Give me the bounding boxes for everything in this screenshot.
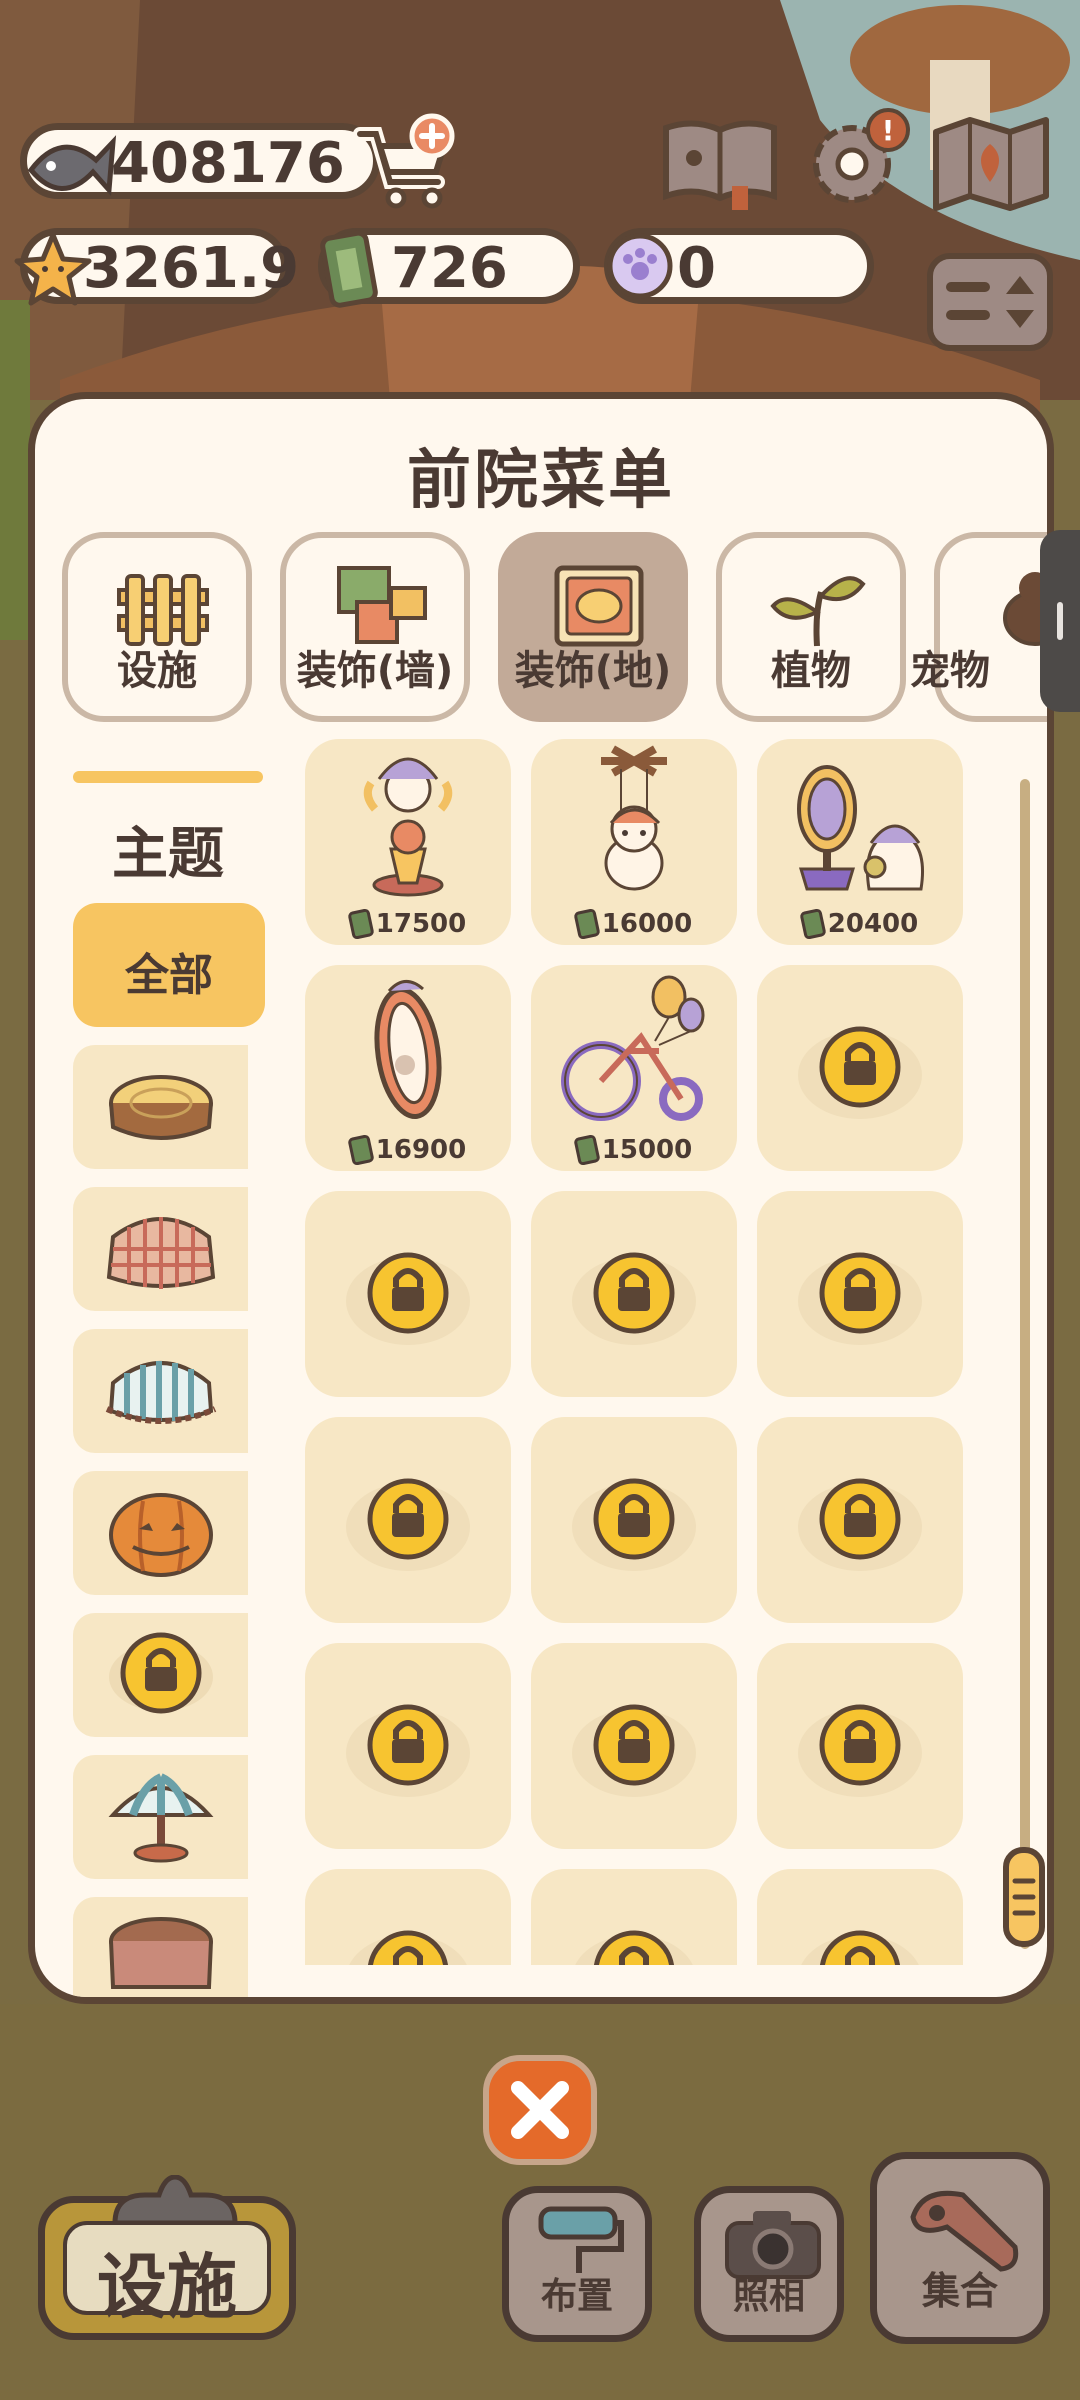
item-card-locked[interactable]: [305, 1869, 511, 1965]
lock-icon: [109, 1632, 213, 1714]
locked-item-silhouette: [572, 1252, 696, 1345]
sliders-icon: [927, 253, 1053, 351]
locked-item-silhouette: [798, 1478, 922, 1571]
paw-coin-icon: [603, 229, 677, 303]
gear-icon: !: [813, 108, 910, 203]
locked-item-silhouette: [572, 1704, 696, 1797]
ticket-icon: [573, 1134, 601, 1166]
item-card-locked[interactable]: [531, 1643, 737, 1849]
photo-button[interactable]: 照相: [694, 2186, 844, 2342]
item-card[interactable]: 16900: [305, 965, 511, 1171]
item-card[interactable]: 15000: [531, 965, 737, 1171]
locked-item-silhouette: [346, 1252, 470, 1345]
ticket-currency-counter: 726: [318, 228, 580, 308]
item-card-locked[interactable]: [757, 1417, 963, 1623]
fish-icon: [21, 120, 117, 210]
scrollbar-track[interactable]: [1020, 779, 1030, 1949]
balloon-bicycle-icon: [561, 975, 705, 1121]
sort-toggle-button[interactable]: [926, 252, 1054, 352]
theme-title: 主题: [112, 822, 224, 887]
locked-item-silhouette: [798, 1704, 922, 1797]
side-drawer-handle[interactable]: [1040, 530, 1080, 712]
ticket-icon: [799, 908, 827, 940]
settings-button[interactable]: !: [800, 108, 920, 212]
jester-statue-icon: [363, 757, 453, 897]
checkered-table-icon: [106, 1217, 216, 1289]
close-icon: [483, 2055, 597, 2165]
tab-pets[interactable]: 宠物: [910, 532, 1047, 722]
locked-item-silhouette: [798, 1026, 922, 1119]
ticket-icon: [315, 227, 385, 311]
sprout-icon: [770, 576, 866, 647]
ticket-icon: [347, 1134, 375, 1166]
ticket-icon: [573, 908, 601, 940]
tab-facilities[interactable]: 设施: [62, 532, 252, 722]
item-card-locked[interactable]: [757, 965, 963, 1171]
theme-item-striped-table[interactable]: [73, 1329, 248, 1453]
locked-item-silhouette: [801, 1930, 919, 1965]
cart-icon: [353, 113, 455, 209]
puppet-cat-icon: [601, 745, 667, 891]
ticket-icon: [347, 908, 375, 940]
clipboard-clip-icon: [112, 2175, 238, 2225]
striped-table-icon: [105, 1361, 217, 1424]
fish-currency-counter: 408176: [20, 123, 380, 199]
guide-book-button[interactable]: [660, 112, 780, 212]
scrollbar-thumb[interactable]: [1003, 1847, 1045, 1947]
panel-title: 前院菜单: [407, 444, 675, 518]
front-yard-menu-panel: 前院菜单 设施 装饰(墙) 装饰(地) 植物 宠物 主题 全部 17500 16…: [28, 392, 1054, 2004]
item-card-locked[interactable]: [305, 1643, 511, 1849]
wall-decor-icon: [337, 566, 427, 644]
item-grid: 17500 16000 20400 16900 15000: [305, 739, 1005, 1965]
locked-item-silhouette: [798, 1252, 922, 1345]
map-icon: [933, 117, 1049, 211]
theme-item-umbrella-table[interactable]: [73, 1755, 248, 1879]
star-currency-counter: 3261.9: [14, 228, 299, 306]
pumpkin-icon: [109, 1493, 213, 1577]
item-card-locked[interactable]: [531, 1869, 737, 1965]
item-card[interactable]: 16000: [531, 739, 737, 945]
paw-currency-counter: 0: [604, 228, 874, 304]
item-card-locked[interactable]: [305, 1417, 511, 1623]
theme-item-all[interactable]: 全部: [73, 903, 265, 1027]
tab-floor-decor[interactable]: 装饰(地): [498, 532, 688, 722]
tab-plants[interactable]: 植物: [716, 532, 906, 722]
theme-divider: [73, 771, 263, 783]
theme-item-locked[interactable]: [73, 1613, 248, 1737]
theme-item-pumpkin[interactable]: [73, 1471, 248, 1595]
locked-item-silhouette: [346, 1704, 470, 1797]
close-button[interactable]: [480, 2052, 600, 2168]
book-icon: [663, 120, 777, 210]
item-card-locked[interactable]: [531, 1191, 737, 1397]
item-card[interactable]: 17500: [305, 739, 511, 945]
item-card[interactable]: 20400: [757, 739, 963, 945]
item-card-locked[interactable]: [757, 1643, 963, 1849]
umbrella-table-icon: [108, 1773, 214, 1863]
magic-mirror-icon: [797, 765, 924, 891]
locked-item-silhouette: [572, 1478, 696, 1571]
tab-wall-decor[interactable]: 装饰(墙): [280, 532, 470, 722]
rug-icon: [554, 565, 644, 647]
svg-text:!: !: [882, 114, 895, 147]
item-card-locked[interactable]: [305, 1191, 511, 1397]
item-card-locked[interactable]: [757, 1869, 963, 1965]
oval-mirror-icon: [374, 980, 442, 1120]
layout-button[interactable]: 布置: [502, 2186, 652, 2342]
theme-item-checkered-table[interactable]: [73, 1187, 248, 1311]
theme-item-log-table[interactable]: [73, 1045, 248, 1169]
item-card-locked[interactable]: [757, 1191, 963, 1397]
facility-button[interactable]: 设施: [38, 2175, 296, 2340]
theme-item-brown-table[interactable]: [73, 1897, 248, 1997]
item-card-locked[interactable]: [531, 1417, 737, 1623]
brown-table-icon: [109, 1917, 213, 1989]
locked-item-silhouette: [346, 1478, 470, 1571]
shop-cart-button[interactable]: [352, 112, 460, 212]
locked-item-silhouette: [349, 1930, 467, 1965]
star-icon: [13, 229, 93, 309]
fence-icon: [117, 574, 209, 646]
map-button[interactable]: [930, 112, 1052, 212]
log-table-icon: [109, 1075, 213, 1140]
locked-item-silhouette: [575, 1930, 693, 1965]
gather-button[interactable]: 集合: [870, 2152, 1050, 2344]
